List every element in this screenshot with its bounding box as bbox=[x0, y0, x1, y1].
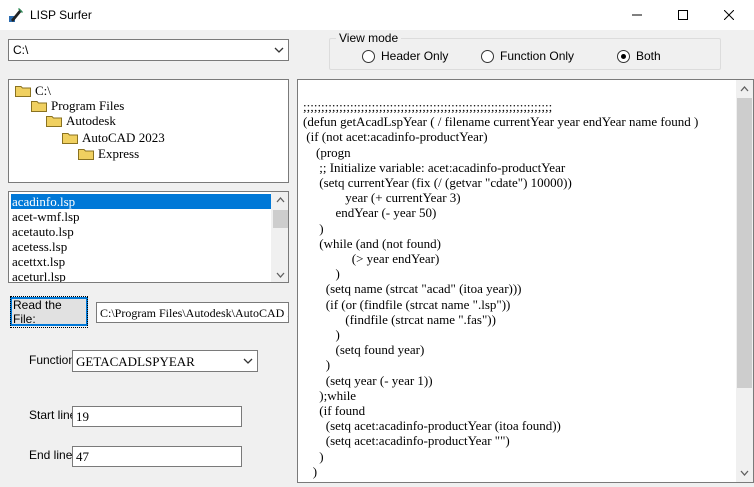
folder-open-icon bbox=[15, 86, 31, 97]
radio-label: Both bbox=[636, 49, 661, 63]
folder-icon bbox=[78, 149, 94, 160]
read-file-button-label: Read the File: bbox=[10, 295, 88, 328]
code-line: (setq year (- year 1)) bbox=[303, 372, 433, 388]
code-line: (if (not acet:acadinfo-productYear) bbox=[303, 129, 488, 145]
code-line: (> year endYear) bbox=[303, 251, 440, 266]
end-line-label: End line: bbox=[29, 448, 76, 462]
start-line-input[interactable]: 19 bbox=[72, 406, 242, 427]
drive-select[interactable]: C:\ bbox=[8, 39, 289, 61]
code-line: ;; Initialize variable: acet:acadinfo-pr… bbox=[303, 159, 566, 175]
radio-header-only[interactable]: Header Only bbox=[362, 49, 448, 63]
radio-circle-checked bbox=[617, 49, 630, 63]
code-line: (setq acet:acadinfo-productYear (itoa fo… bbox=[303, 418, 561, 434]
scroll-down-icon[interactable] bbox=[740, 470, 749, 476]
code-line: (setq acet:acadinfo-productYear "") bbox=[303, 433, 510, 449]
code-line: endYear (- year 50) bbox=[303, 205, 437, 221]
title-bar: LISP Surfer bbox=[0, 0, 754, 30]
function-label: Function: bbox=[29, 353, 79, 367]
scroll-thumb[interactable] bbox=[737, 98, 752, 388]
app-icon bbox=[9, 8, 23, 22]
code-line: (setq currentYear (fix (/ (getvar "cdate… bbox=[303, 175, 572, 190]
scroll-up-icon[interactable] bbox=[740, 86, 749, 92]
close-icon bbox=[724, 10, 734, 20]
radio-circle bbox=[481, 49, 494, 63]
code-line: ) bbox=[303, 220, 324, 236]
code-line: ;;;;;;;;;;;;;;;;;;;;;;;;;;;;;;;;;;;;;;;;… bbox=[303, 99, 553, 114]
code-line: ) bbox=[303, 357, 331, 373]
list-item[interactable]: acadinfo.lsp bbox=[11, 194, 271, 209]
code-line: (setq found year) bbox=[303, 342, 425, 358]
end-line-input[interactable]: 47 bbox=[72, 446, 242, 467]
tree-item-label: Autodesk bbox=[66, 113, 116, 128]
radio-both[interactable]: Both bbox=[617, 49, 661, 63]
scroll-thumb[interactable] bbox=[273, 210, 288, 228]
minimize-icon bbox=[632, 14, 642, 16]
code-line: (progn bbox=[303, 144, 351, 160]
tree-item[interactable]: Autodesk bbox=[46, 113, 116, 129]
view-mode-legend: View mode bbox=[336, 31, 402, 45]
tree-item-label: Program Files bbox=[51, 98, 125, 113]
function-select[interactable]: GETACADLSPYEAR bbox=[72, 350, 258, 372]
code-line: (if (or (findfile (strcat name ".lsp")) bbox=[303, 296, 511, 312]
radio-label: Header Only bbox=[381, 49, 449, 63]
file-path-field[interactable]: C:\Program Files\Autodesk\AutoCAD 2023\E… bbox=[96, 302, 289, 323]
code-line: ) bbox=[303, 448, 324, 464]
radio-label: Function Only bbox=[500, 49, 575, 63]
drive-select-value: C:\ bbox=[13, 43, 29, 57]
code-line: (setq name (strcat "acad" (itoa year))) bbox=[303, 281, 522, 297]
file-list[interactable]: acadinfo.lsp acet-wmf.lsp acetauto.lsp a… bbox=[8, 191, 289, 283]
code-line: year (+ currentYear 3) bbox=[303, 190, 461, 206]
tree-item-label: C:\ bbox=[35, 83, 51, 98]
list-item[interactable]: acetess.lsp bbox=[11, 239, 271, 254]
code-scrollbar[interactable] bbox=[736, 80, 753, 482]
maximize-button[interactable] bbox=[660, 0, 706, 30]
tree-item[interactable]: AutoCAD 2023 bbox=[62, 130, 165, 146]
folder-tree[interactable]: C:\ Program Files Autodesk AutoCAD 2023 … bbox=[8, 79, 289, 183]
tree-item-label: AutoCAD 2023 bbox=[82, 130, 165, 145]
folder-open-icon bbox=[31, 101, 47, 112]
code-line: ) bbox=[303, 463, 318, 479]
list-item[interactable]: acet-wmf.lsp bbox=[11, 209, 271, 224]
code-line: (while (and (not found) bbox=[303, 235, 441, 251]
list-item[interactable]: acetauto.lsp bbox=[11, 224, 271, 239]
chevron-down-icon bbox=[243, 358, 253, 364]
file-list-scrollbar[interactable] bbox=[271, 192, 288, 282]
scroll-up-icon[interactable] bbox=[276, 197, 285, 203]
code-view[interactable]: ;;;;;;;;;;;;;;;;;;;;;;;;;;;;;;;;;;;;;;;;… bbox=[297, 79, 754, 483]
folder-open-icon bbox=[62, 133, 78, 144]
radio-function-only[interactable]: Function Only bbox=[481, 49, 574, 63]
radio-circle bbox=[362, 49, 375, 63]
code-line: (defun getAcadLspYear ( / filename curre… bbox=[303, 114, 699, 130]
tree-item-label: Express bbox=[98, 146, 140, 161]
code-line: ) bbox=[303, 327, 340, 342]
chevron-down-icon bbox=[274, 47, 284, 53]
code-line: ) bbox=[303, 266, 340, 282]
list-item[interactable]: aceturl.lsp bbox=[11, 269, 271, 282]
scroll-down-icon[interactable] bbox=[276, 272, 285, 278]
code-line: (if found bbox=[303, 403, 366, 418]
view-mode-group: View mode Header Only Function Only Both bbox=[329, 31, 721, 70]
code-line: (findfile (strcat name ".fas")) bbox=[303, 311, 496, 327]
close-button[interactable] bbox=[706, 0, 752, 30]
read-file-button[interactable]: Read the File: bbox=[10, 295, 88, 328]
tree-item[interactable]: C:\ bbox=[15, 83, 51, 99]
tree-item[interactable]: Express bbox=[78, 146, 139, 162]
minimize-button[interactable] bbox=[614, 0, 660, 30]
tree-item[interactable]: Program Files bbox=[31, 98, 124, 114]
function-select-value: GETACADLSPYEAR bbox=[76, 354, 195, 369]
window-title: LISP Surfer bbox=[30, 8, 92, 22]
list-item[interactable]: acettxt.lsp bbox=[11, 254, 271, 269]
maximize-icon bbox=[678, 10, 688, 20]
folder-open-icon bbox=[46, 116, 62, 127]
code-line: );while bbox=[303, 387, 357, 403]
